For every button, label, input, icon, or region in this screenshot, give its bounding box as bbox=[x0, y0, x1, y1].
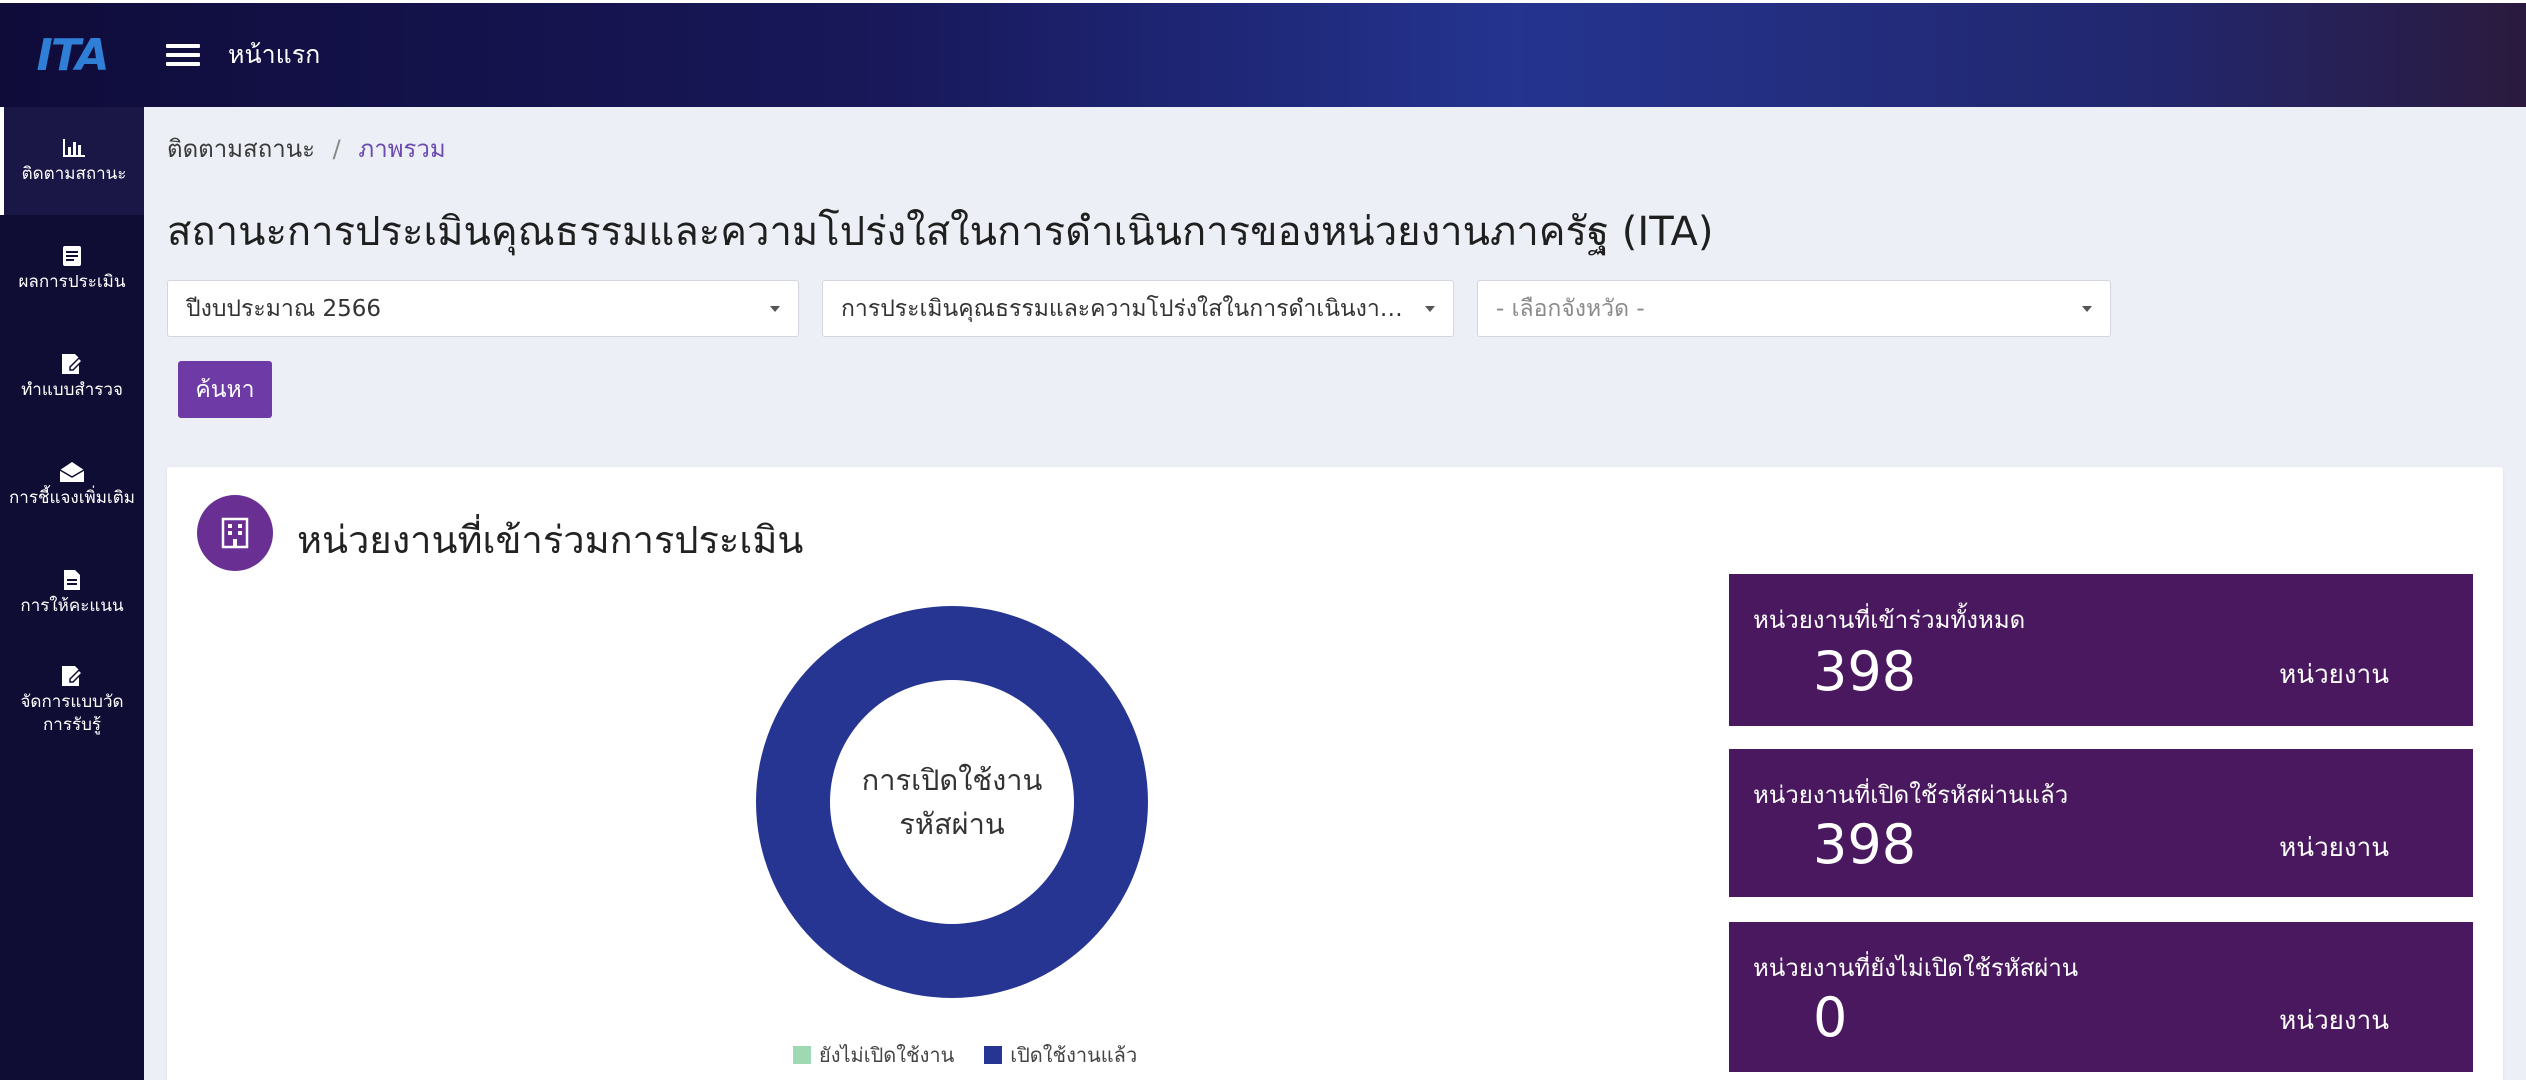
donut-center-line1: การเปิดใช้งาน bbox=[861, 763, 1043, 797]
sidebar-item-results[interactable]: ผลการประเมิน bbox=[0, 215, 144, 323]
assessment-select[interactable]: การประเมินคุณธรรมและความโปร่งใสในการดำเน… bbox=[822, 280, 1454, 337]
legend-item-not-activated[interactable]: ยังไม่เปิดใช้งาน bbox=[793, 1039, 954, 1071]
legend-label: เปิดใช้งานแล้ว bbox=[1010, 1043, 1138, 1067]
envelope-open-icon bbox=[59, 461, 85, 483]
chevron-down-icon bbox=[2082, 305, 2092, 312]
building-icon bbox=[197, 495, 273, 571]
ita-logo[interactable]: ITA bbox=[0, 3, 144, 107]
bar-chart-icon bbox=[61, 137, 87, 159]
document-list-icon bbox=[59, 245, 85, 267]
participating-agencies-card: หน่วยงานที่เข้าร่วมการประเมิน การเปิดใช้… bbox=[167, 467, 2503, 1080]
sidebar-item-label: ผลการประเมิน bbox=[18, 271, 126, 292]
sidebar: ติดตามสถานะ ผลการประเมิน ทำแบบสำรวจ การช… bbox=[0, 107, 144, 1080]
sidebar-item-label: ทำแบบสำรวจ bbox=[21, 379, 123, 400]
stat-value: 398 bbox=[1813, 813, 1917, 876]
province-select-placeholder: - เลือกจังหวัด - bbox=[1496, 295, 1645, 322]
sidebar-item-perception[interactable]: จัดการแบบวัดการรับรู้ bbox=[0, 647, 144, 755]
sidebar-item-label: จัดการแบบวัดการรับรู้ bbox=[20, 692, 124, 735]
chevron-down-icon bbox=[1425, 305, 1435, 312]
legend-swatch bbox=[793, 1046, 811, 1064]
top-navbar: ITA หน้าแรก bbox=[0, 0, 2526, 107]
page-title: สถานะการประเมินคุณธรรมและความโปร่งใสในกา… bbox=[167, 209, 1714, 255]
donut-center-label: การเปิดใช้งาน รหัสผ่าน bbox=[752, 602, 1152, 1002]
edit-form-icon bbox=[59, 665, 85, 687]
donut-chart: การเปิดใช้งาน รหัสผ่าน bbox=[752, 602, 1152, 1002]
file-icon bbox=[59, 569, 85, 591]
stat-unit: หน่วยงาน bbox=[2279, 660, 2389, 690]
legend-label: ยังไม่เปิดใช้งาน bbox=[819, 1043, 955, 1067]
stat-label: หน่วยงานที่เข้าร่วมทั้งหมด bbox=[1753, 606, 2026, 634]
sidebar-item-scoring[interactable]: การให้คะแนน bbox=[0, 539, 144, 647]
stat-label: หน่วยงานที่ยังไม่เปิดใช้รหัสผ่าน bbox=[1753, 954, 2079, 982]
search-button[interactable]: ค้นหา bbox=[178, 361, 272, 418]
chevron-down-icon bbox=[770, 305, 780, 312]
sidebar-item-label: การชี้แจงเพิ่มเติม bbox=[8, 487, 135, 508]
edit-form-icon bbox=[59, 353, 85, 375]
breadcrumb-separator: / bbox=[332, 135, 341, 163]
sidebar-item-clarification[interactable]: การชี้แจงเพิ่มเติม bbox=[0, 431, 144, 539]
breadcrumb-parent[interactable]: ติดตามสถานะ bbox=[167, 135, 315, 163]
year-select[interactable]: ปีงบประมาณ 2566 bbox=[167, 280, 799, 337]
home-link[interactable]: หน้าแรก bbox=[228, 35, 320, 75]
breadcrumb: ติดตามสถานะ / ภาพรวม bbox=[167, 129, 446, 168]
donut-center-line2: รหัสผ่าน bbox=[899, 807, 1005, 841]
sidebar-item-label: ติดตามสถานะ bbox=[21, 163, 127, 184]
sidebar-item-status[interactable]: ติดตามสถานะ bbox=[0, 107, 144, 215]
stat-value: 0 bbox=[1813, 986, 1848, 1049]
stat-unit: หน่วยงาน bbox=[2279, 833, 2389, 863]
breadcrumb-current: ภาพรวม bbox=[358, 135, 446, 163]
stat-label: หน่วยงานที่เปิดใช้รหัสผ่านแล้ว bbox=[1753, 781, 2069, 809]
stat-total-agencies: หน่วยงานที่เข้าร่วมทั้งหมด 398 หน่วยงาน bbox=[1729, 574, 2473, 726]
year-select-value: ปีงบประมาณ 2566 bbox=[186, 295, 381, 322]
chart-legend: ยังไม่เปิดใช้งาน เปิดใช้งานแล้ว bbox=[793, 1039, 1167, 1071]
stat-value: 398 bbox=[1813, 640, 1917, 703]
main-content: ติดตามสถานะ / ภาพรวม สถานะการประเมินคุณธ… bbox=[144, 107, 2526, 1080]
stat-not-activated-agencies: หน่วยงานที่ยังไม่เปิดใช้รหัสผ่าน 0 หน่วย… bbox=[1729, 922, 2473, 1072]
legend-item-activated[interactable]: เปิดใช้งานแล้ว bbox=[984, 1039, 1137, 1071]
sidebar-item-label: การให้คะแนน bbox=[20, 595, 124, 616]
logo-text: ITA bbox=[36, 29, 109, 81]
province-select[interactable]: - เลือกจังหวัด - bbox=[1477, 280, 2111, 337]
legend-swatch bbox=[984, 1046, 1003, 1064]
sidebar-item-survey[interactable]: ทำแบบสำรวจ bbox=[0, 323, 144, 431]
stat-unit: หน่วยงาน bbox=[2279, 1006, 2389, 1036]
hamburger-menu-icon[interactable] bbox=[166, 39, 200, 71]
assessment-select-value: การประเมินคุณธรรมและความโปร่งใสในการดำเน… bbox=[841, 295, 1413, 322]
card-title: หน่วยงานที่เข้าร่วมการประเมิน bbox=[297, 518, 804, 562]
stat-activated-agencies: หน่วยงานที่เปิดใช้รหัสผ่านแล้ว 398 หน่วย… bbox=[1729, 749, 2473, 897]
